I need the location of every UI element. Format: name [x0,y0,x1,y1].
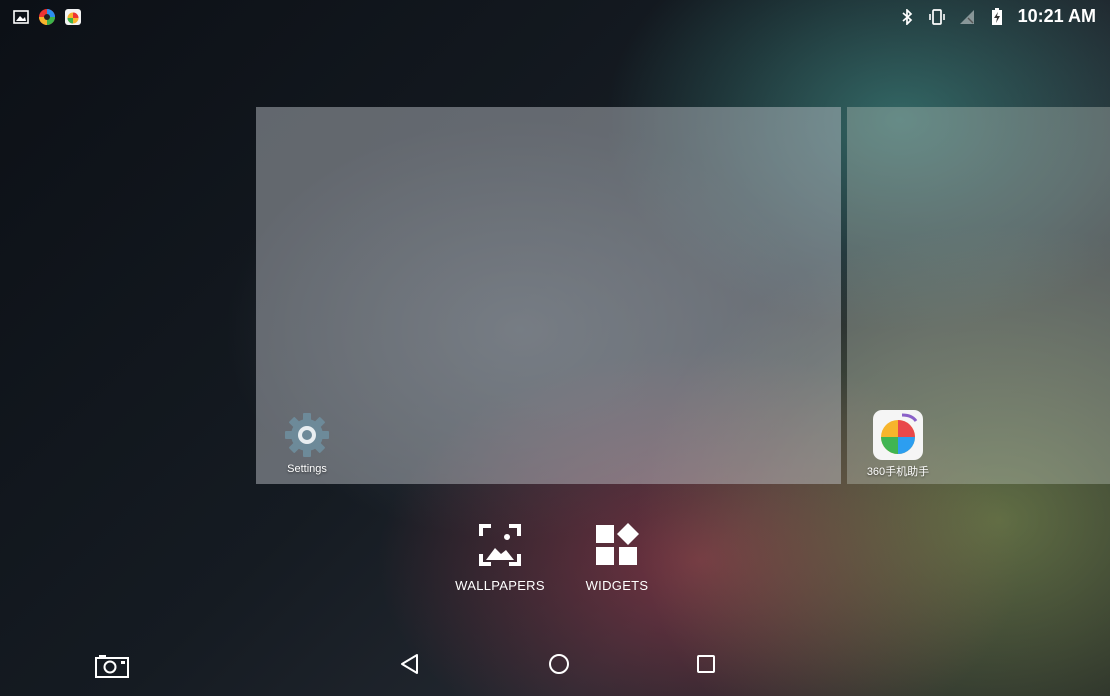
widgets-icon [594,522,640,568]
360-app-notification-icon [64,8,82,26]
status-bar: 10:21 AM [0,0,1110,34]
360-assistant-app-label: 360手机助手 [866,466,930,478]
back-icon [399,653,421,679]
360-assistant-app-icon [872,409,924,461]
clock: 10:21 AM [1017,6,1096,26]
home-screen-page-2[interactable]: 360手机助手 [847,107,1110,484]
vibrate-icon [928,8,946,26]
no-signal-icon [958,8,976,26]
360-assistant-app[interactable]: 360手机助手 [853,409,943,479]
system-status-icons: 10:21 AM [898,6,1096,27]
battery-charging-icon [988,7,1006,26]
screenshot-camera-icon[interactable] [92,646,132,686]
settings-gear-icon [281,409,333,461]
navigation-bar [0,636,1110,696]
bluetooth-icon [898,8,916,26]
wallpaper-icon [477,522,523,568]
recents-icon [696,654,716,678]
home-button[interactable] [539,646,579,686]
recents-button[interactable] [686,646,726,686]
home-screen-page-1[interactable]: Settings [256,107,841,484]
widgets-label: WIDGETS [585,578,649,593]
colorful-app-notification-icon [38,8,56,26]
image-notification-icon [12,8,30,26]
wallpapers-label: WALLPAPERS [455,578,545,593]
settings-app[interactable]: Settings [262,409,352,475]
wallpapers-button[interactable]: WALLPAPERS [445,522,555,593]
widgets-button[interactable]: WIDGETS [562,522,672,593]
back-button[interactable] [390,646,430,686]
notification-icons [12,8,82,26]
home-icon [548,653,570,679]
settings-app-label: Settings [287,463,327,475]
